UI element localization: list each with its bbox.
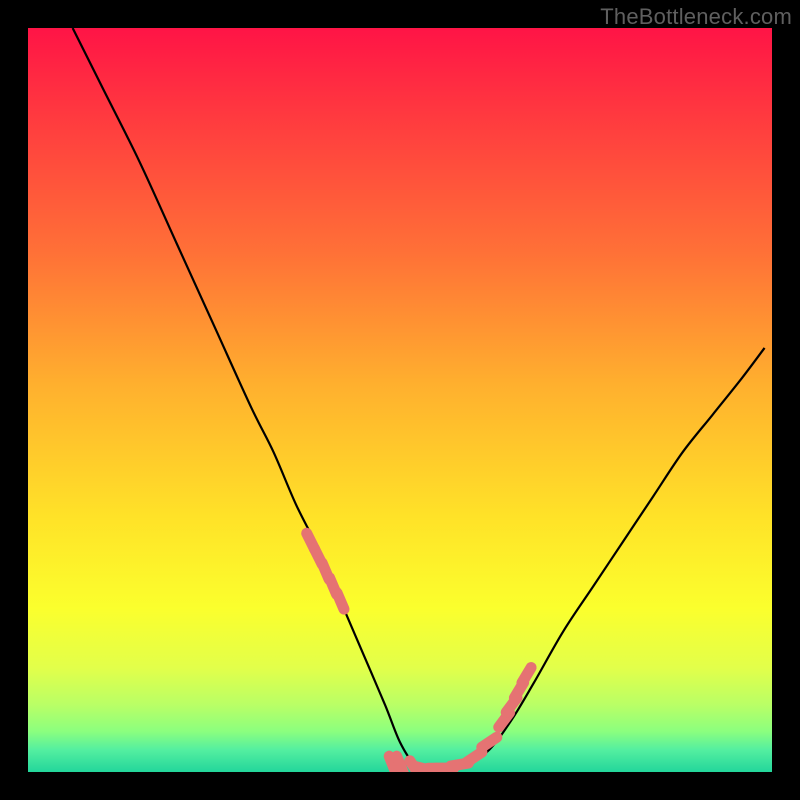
chart-frame: TheBottleneck.com	[0, 0, 800, 800]
watermark-text: TheBottleneck.com	[600, 4, 792, 30]
marker-dash	[337, 593, 344, 610]
gradient-background	[28, 28, 772, 772]
chart-svg	[28, 28, 772, 772]
plot-area	[28, 28, 772, 772]
marker-dash	[397, 756, 404, 772]
